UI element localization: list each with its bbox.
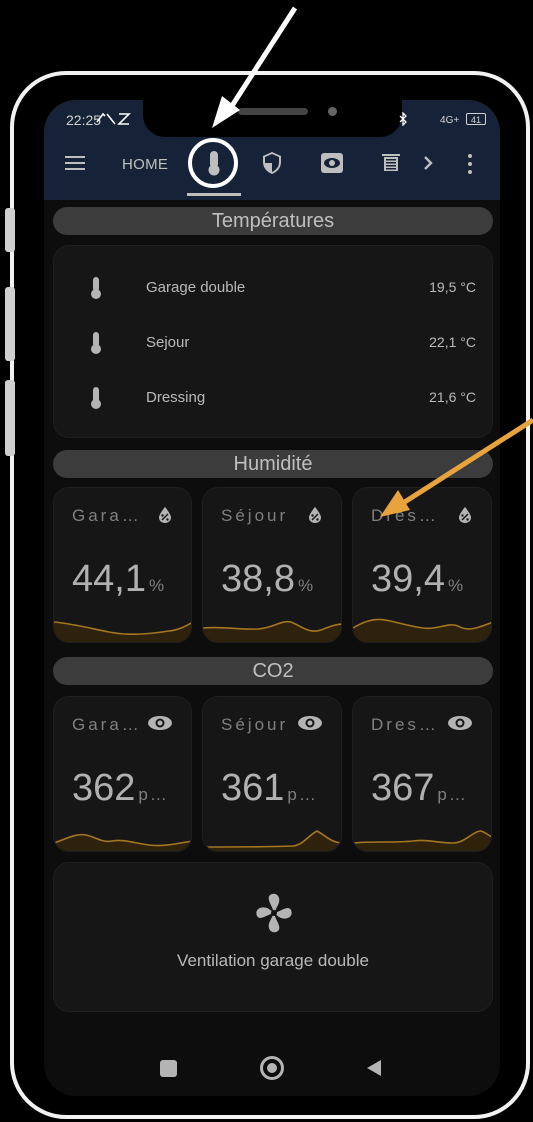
temperature-row[interactable]: Sejour 22,1 °C xyxy=(54,329,492,359)
sparkline xyxy=(54,833,191,851)
phone-notch xyxy=(143,96,402,137)
tile-unit: % xyxy=(297,576,316,595)
thermometer-icon[interactable] xyxy=(201,150,227,176)
phone-volume-down-button xyxy=(5,380,15,456)
tile-value: 39,4 xyxy=(371,558,445,600)
temperature-label: Sejour xyxy=(146,334,190,351)
chevron-right-icon[interactable] xyxy=(415,150,441,176)
tile-title: Séjour xyxy=(221,506,289,525)
temperatures-card: Garage double 19,5 °C Sejour 22,1 °C Dre… xyxy=(53,245,493,438)
temperature-value: 19,5 °C xyxy=(429,279,476,295)
shield-icon[interactable] xyxy=(259,150,285,176)
tile-value-wrap: 367 p… xyxy=(371,767,468,810)
tile-title: Dres… xyxy=(371,506,439,525)
tile-title: Dres… xyxy=(371,715,439,734)
active-tab-indicator xyxy=(187,193,241,196)
signal-label: 4G+ xyxy=(440,115,460,126)
tile-unit: % xyxy=(148,576,167,595)
humidity-header: Humidité xyxy=(53,450,493,478)
sparkline xyxy=(54,621,191,642)
co2-header: CO2 xyxy=(53,657,493,685)
tile-value: 361 xyxy=(221,767,285,809)
eye-icon xyxy=(297,715,323,736)
tile-unit: % xyxy=(447,576,466,595)
tile-unit: p… xyxy=(437,785,468,804)
tile-value-wrap: 361 p… xyxy=(221,767,318,810)
sparkline xyxy=(203,620,341,642)
water-percent-icon xyxy=(457,506,473,529)
co2-tile[interactable]: Séjour 361 p… xyxy=(202,696,342,852)
thermometer-icon xyxy=(90,386,102,415)
recent-apps-button[interactable] xyxy=(160,1060,177,1077)
ventilation-label: Ventilation garage double xyxy=(177,951,369,970)
tile-value: 44,1 xyxy=(72,558,146,600)
tile-value: 367 xyxy=(371,767,435,809)
phone-volume-up-button xyxy=(5,287,15,361)
sparkline xyxy=(203,830,341,851)
phone-screen: 22:25 4G+ 41 HOME Températures Garage do… xyxy=(44,100,500,1096)
battery-level: 41 xyxy=(465,113,486,125)
bluetooth-icon xyxy=(398,111,408,131)
tile-value-wrap: 362 p… xyxy=(72,767,169,810)
tile-value: 38,8 xyxy=(221,558,295,600)
co2-tile[interactable]: Dres… 367 p… xyxy=(352,696,492,852)
humidity-tile[interactable]: Gara… 44,1% xyxy=(53,487,192,643)
tile-unit: p… xyxy=(287,785,318,804)
water-percent-icon xyxy=(307,506,323,529)
sparkline xyxy=(353,830,491,851)
ventilation-card[interactable]: Ventilation garage double xyxy=(53,862,493,1012)
humidity-tile[interactable]: Dres… 39,4% xyxy=(352,487,492,643)
temperature-value: 22,1 °C xyxy=(429,334,476,350)
thermometer-icon xyxy=(90,331,102,360)
eye-box-icon[interactable] xyxy=(319,150,345,176)
temperature-label: Garage double xyxy=(146,279,246,296)
tile-unit: p… xyxy=(138,785,169,804)
tile-value-wrap: 38,8% xyxy=(221,558,315,601)
tile-title: Gara… xyxy=(72,715,142,734)
tab-home[interactable]: HOME xyxy=(122,156,168,173)
more-options-icon[interactable] xyxy=(468,154,472,174)
tile-title: Gara… xyxy=(72,506,142,525)
tile-value-wrap: 39,4% xyxy=(371,558,465,601)
temperature-row[interactable]: Dressing 21,6 °C xyxy=(54,384,492,414)
tile-title: Séjour xyxy=(221,715,289,734)
temperature-value: 21,6 °C xyxy=(429,389,476,405)
temperature-label: Dressing xyxy=(146,389,206,406)
temperature-row[interactable]: Garage double 19,5 °C xyxy=(54,274,492,304)
notification-icons xyxy=(95,112,131,129)
eye-icon xyxy=(447,715,473,736)
thermometer-icon xyxy=(90,276,102,305)
home-button[interactable] xyxy=(260,1056,284,1080)
tile-value-wrap: 44,1% xyxy=(72,558,166,601)
android-navigation-bar xyxy=(44,1040,500,1096)
back-button[interactable] xyxy=(366,1059,382,1082)
blinds-icon[interactable] xyxy=(378,150,404,176)
water-percent-icon xyxy=(157,506,173,529)
sparkline xyxy=(353,618,491,642)
tile-value: 362 xyxy=(72,767,136,809)
status-indicators: 4G+ 41 xyxy=(440,113,486,126)
speaker-grille xyxy=(238,108,308,115)
fan-icon xyxy=(256,893,292,938)
menu-icon[interactable] xyxy=(65,156,85,170)
eye-icon xyxy=(147,715,173,736)
temperatures-header: Températures xyxy=(53,207,493,235)
phone-side-button xyxy=(5,208,15,252)
co2-tile[interactable]: Gara… 362 p… xyxy=(53,696,192,852)
front-camera xyxy=(328,107,337,116)
humidity-tile[interactable]: Séjour 38,8% xyxy=(202,487,342,643)
